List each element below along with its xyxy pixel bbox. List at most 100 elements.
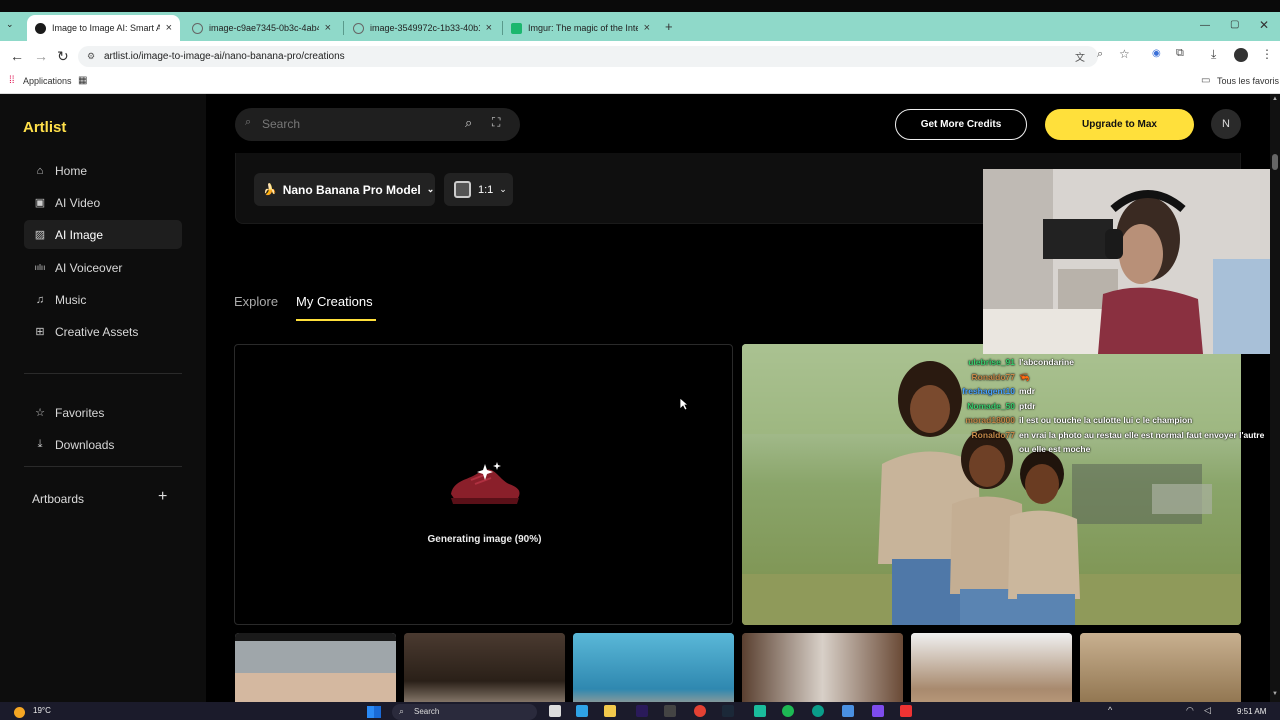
tray-chevron-icon[interactable]: ^ [1108, 705, 1112, 715]
avatar-initial: N [1222, 118, 1230, 130]
zoom-icon[interactable]: ⌕ [1097, 48, 1103, 61]
avatar[interactable]: N [1211, 109, 1241, 139]
new-tab-button[interactable]: + [665, 19, 673, 34]
scroll-down-icon[interactable]: ▼ [1272, 691, 1278, 697]
sidebar-item-ai-image[interactable]: ▨ AI Image [24, 220, 182, 249]
sidebar-item-creative-assets[interactable]: ⊞ Creative Assets [24, 317, 182, 346]
folder-icon: ▭ [1201, 75, 1211, 86]
weather-temp[interactable]: 19°C [33, 705, 51, 717]
image-search-icon[interactable]: ⛶ [492, 115, 500, 130]
sidebar-item-ai-voiceover[interactable]: ıılıı AI Voiceover [24, 253, 182, 282]
clock[interactable]: 9:51 AM [1237, 706, 1266, 718]
volume-icon[interactable]: ◁ [1204, 705, 1211, 716]
reload-icon[interactable]: ↻ [57, 48, 69, 64]
extension-icon[interactable]: ◉ [1152, 48, 1161, 59]
creation-thumbnail[interactable] [235, 633, 396, 702]
chat-text: mdr [1019, 386, 1036, 396]
bookmark-all-favorites[interactable]: Tous les favoris [1217, 76, 1279, 86]
add-artboard-button[interactable]: + [158, 488, 167, 506]
minimize-icon[interactable]: — [1200, 20, 1210, 31]
file-explorer-icon[interactable] [604, 705, 616, 717]
model-selector[interactable]: 🍌 Nano Banana Pro Model ⌄ [254, 173, 435, 206]
search-icon: ⌕ [399, 706, 405, 716]
streamer-webcam-feed [983, 169, 1280, 354]
creation-thumbnail[interactable] [404, 633, 565, 702]
sidebar-item-label: Creative Assets [55, 324, 139, 339]
copilot-icon[interactable] [576, 705, 588, 717]
steam-icon[interactable] [722, 705, 734, 717]
tab-explore[interactable]: Explore [234, 294, 278, 309]
chat-username: Ronaldo77 [971, 371, 1015, 382]
close-icon[interactable]: × [486, 22, 492, 34]
restore-icon[interactable]: ▢ [1230, 19, 1239, 30]
sidebar-item-ai-video[interactable]: ▣ AI Video [24, 188, 182, 217]
creation-thumbnail[interactable] [1080, 633, 1241, 702]
page-scrollbar[interactable]: ▲ ▼ [1270, 94, 1280, 702]
profile-avatar[interactable] [1234, 48, 1248, 62]
window-top-strip [0, 0, 1280, 12]
chat-message: ou elle est moche [955, 442, 1280, 457]
generation-status: Generating image (90%) [427, 534, 542, 545]
tab-search-button[interactable]: ⌄ [6, 19, 20, 35]
bookmark-applications[interactable]: Applications [23, 76, 72, 86]
creation-thumbnail[interactable] [911, 633, 1072, 702]
tab-separator [343, 21, 344, 35]
sidebar-divider [24, 373, 182, 374]
premiere-icon[interactable] [636, 705, 648, 717]
edge-icon[interactable] [812, 705, 824, 717]
twitch-icon[interactable] [872, 705, 884, 717]
app-icon[interactable] [842, 705, 854, 717]
back-arrow-icon[interactable]: ← [10, 48, 24, 64]
forward-arrow-icon[interactable]: → [34, 48, 48, 64]
search-input[interactable]: Search [262, 117, 300, 131]
scroll-up-icon[interactable]: ▲ [1272, 96, 1278, 102]
scrollbar-thumb[interactable] [1272, 154, 1278, 170]
tab-groups-icon[interactable]: ▦ [78, 75, 87, 86]
creation-thumbnail[interactable] [573, 633, 734, 702]
tab-image-1[interactable]: image-c9ae7345-0b3c-4ab4-a × [184, 15, 339, 41]
download-icon[interactable]: ⤓ [1211, 47, 1216, 62]
tab-title: image-c9ae7345-0b3c-4ab4-a [209, 23, 319, 33]
search-bar[interactable]: ⌕ Search ⌕ ⛶ [235, 108, 520, 141]
artlist-favicon-icon [35, 22, 46, 34]
close-icon[interactable]: × [325, 22, 331, 34]
app-icon[interactable] [900, 705, 912, 717]
close-icon[interactable]: × [644, 22, 650, 34]
url-field[interactable]: ⚙ artlist.io/image-to-image-ai/nano-bana… [78, 46, 1098, 67]
sidebar-item-downloads[interactable]: ⤓ Downloads [24, 430, 182, 459]
tab-imgur[interactable]: Imgur: The magic of the Interne × [503, 15, 658, 41]
tab-image-2[interactable]: image-3549972c-1b33-40b1-a × [345, 15, 500, 41]
sidebar: Artlist ⌂ Home ▣ AI Video ▨ AI Image ııl… [0, 94, 206, 702]
wifi-icon[interactable]: ◠ [1186, 705, 1194, 716]
chat-username: morad18000 [965, 415, 1015, 425]
window-close-icon[interactable]: ✕ [1259, 18, 1269, 32]
tab-title: Imgur: The magic of the Interne [528, 23, 638, 33]
taskbar-search[interactable]: ⌕ Search [392, 704, 537, 720]
app-icon[interactable] [664, 705, 676, 717]
sidebar-item-music[interactable]: ♫ Music [24, 285, 182, 314]
windows-start-icon[interactable] [367, 706, 381, 718]
sidebar-item-home[interactable]: ⌂ Home [24, 156, 182, 185]
spotify-icon[interactable] [782, 705, 794, 717]
creation-thumbnail[interactable] [742, 633, 903, 702]
get-more-credits-button[interactable]: Get More Credits [895, 109, 1027, 140]
close-icon[interactable]: × [166, 22, 172, 34]
task-view-icon[interactable] [549, 705, 561, 717]
sidebar-divider [24, 466, 182, 467]
artlist-logo[interactable]: Artlist [23, 119, 66, 136]
upgrade-button[interactable]: Upgrade to Max [1045, 109, 1194, 140]
search-submit-icon[interactable]: ⌕ [465, 115, 472, 131]
site-info-icon[interactable]: ⚙ [87, 46, 95, 67]
sidebar-item-favorites[interactable]: ☆ Favorites [24, 398, 182, 427]
tab-active[interactable]: Image to Image AI: Smart AI Im × [27, 15, 180, 41]
aspect-ratio-selector[interactable]: 1:1 ⌄ [444, 173, 513, 206]
tab-my-creations[interactable]: My Creations [296, 294, 373, 309]
extensions-puzzle-icon[interactable]: ⧉ [1176, 47, 1184, 60]
bookmark-star-icon[interactable]: ☆ [1119, 47, 1130, 61]
translate-icon[interactable]: 文 [1075, 49, 1085, 64]
star-icon: ☆ [35, 407, 45, 419]
app-icon[interactable] [754, 705, 766, 717]
sidebar-item-label: Downloads [55, 437, 115, 452]
more-menu-icon[interactable]: ⋮ [1261, 47, 1273, 61]
chrome-icon[interactable] [694, 705, 706, 717]
